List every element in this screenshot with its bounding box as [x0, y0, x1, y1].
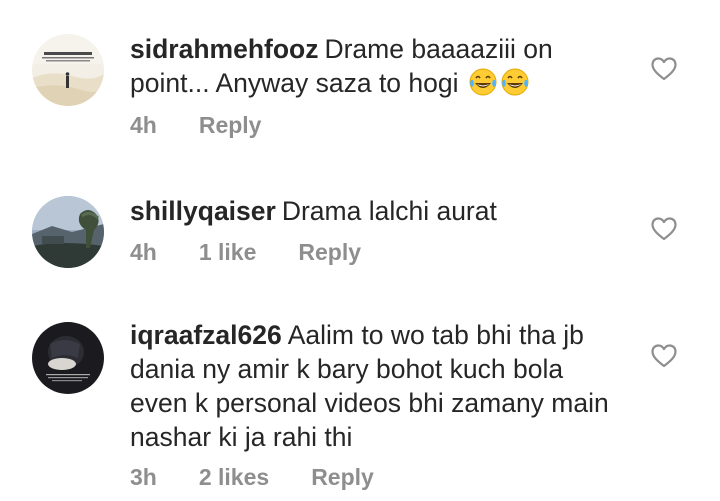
tears-of-joy-emoji-icon — [469, 68, 497, 96]
comment-username[interactable]: shillyqaiser — [130, 196, 276, 226]
comment-item: iqraafzal626 Aalim to wo tab bhi tha jb d… — [0, 300, 720, 501]
comment-meta: 4h Reply — [130, 112, 303, 139]
comment-text: Drama lalchi aurat — [281, 196, 497, 226]
comment-item: shillyqaiser Drama lalchi aurat 4h 1 like… — [0, 170, 720, 300]
dark-portrait-avatar-icon — [32, 322, 104, 394]
avatar[interactable] — [32, 196, 104, 268]
comment-username[interactable]: iqraafzal626 — [130, 320, 282, 350]
comment-body: iqraafzal626 Aalim to wo tab bhi tha jb d… — [130, 318, 620, 454]
reply-button[interactable]: Reply — [199, 112, 262, 139]
comment-meta: 3h 2 likes Reply — [130, 464, 416, 491]
comment-body: shillyqaiser Drama lalchi aurat — [130, 194, 620, 228]
comment-username[interactable]: sidrahmehfooz — [130, 34, 318, 64]
heart-icon[interactable] — [650, 55, 678, 83]
comment-time: 4h — [130, 239, 157, 265]
heart-icon[interactable] — [650, 215, 678, 243]
avatar[interactable] — [32, 34, 104, 106]
comment-item: sidrahmehfooz Drame baaaaziii on point...… — [0, 0, 720, 170]
likes-count[interactable]: 2 likes — [199, 464, 269, 491]
comment-meta: 4h 1 like Reply — [130, 239, 403, 266]
comment-body: sidrahmehfooz Drame baaaaziii on point...… — [130, 32, 620, 100]
comment-time: 4h — [130, 112, 157, 138]
desert-figure-avatar-icon — [32, 34, 104, 106]
reply-button[interactable]: Reply — [311, 464, 374, 491]
landscape-avatar-icon — [32, 196, 104, 268]
avatar[interactable] — [32, 322, 104, 394]
likes-count[interactable]: 1 like — [199, 239, 257, 266]
reply-button[interactable]: Reply — [298, 239, 361, 266]
tears-of-joy-emoji-icon — [501, 68, 529, 96]
comment-time: 3h — [130, 464, 157, 490]
heart-icon[interactable] — [650, 342, 678, 370]
